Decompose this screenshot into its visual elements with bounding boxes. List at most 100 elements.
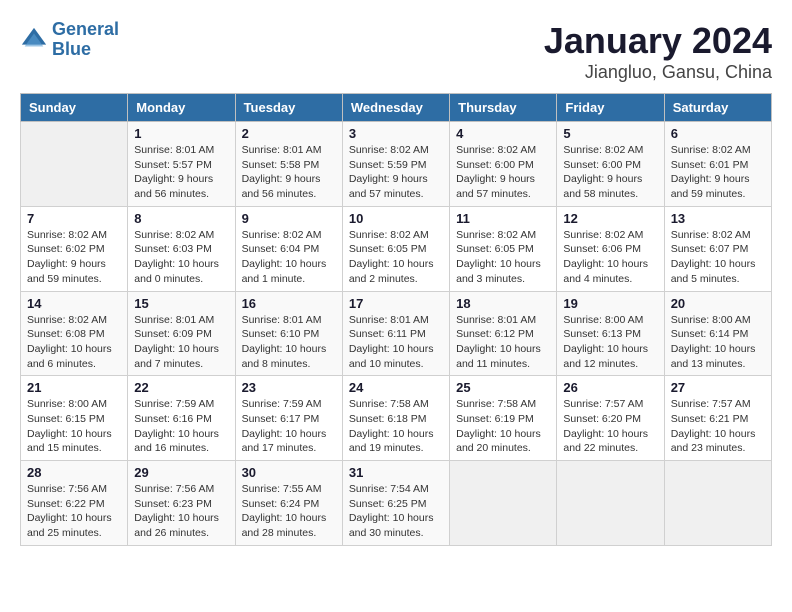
day-number: 17 [349,296,443,311]
day-number: 29 [134,465,228,480]
day-info-line: Daylight: 10 hours [349,512,434,524]
day-info-line: Sunset: 6:07 PM [671,243,749,255]
day-cell: 19 Sunrise: 8:00 AMSunset: 6:13 PMDayligh… [557,291,664,376]
logo-icon [20,26,48,54]
day-number: 4 [456,126,550,141]
day-number: 10 [349,211,443,226]
day-cell: 18Sunrise: 8:01 AMSunset: 6:12 PMDayligh… [450,291,557,376]
day-number: 26 [563,380,657,395]
day-info-line: Sunset: 6:14 PM [671,328,749,340]
day-info: Sunrise: 8:02 AMSunset: 6:03 PMDaylight:… [134,228,228,287]
day-cell: 17 Sunrise: 8:01 AM Sunset: 6:11 PM Dayligh… [342,291,449,376]
day-info-line: Daylight: 10 hours [349,343,434,355]
day-info-line: and 1 minute. [242,273,306,285]
day-number: 2 [242,126,336,141]
day-info-line: and 57 minutes. [456,188,531,200]
day-info-line: Daylight: 10 hours [456,258,541,270]
day-number: 9 [242,211,336,226]
day-info: Sunrise: 8:02 AMSunset: 6:04 PMDaylight:… [242,228,336,287]
day-info-line: Daylight: 9 hours [456,173,535,185]
day-info-line: and 8 minutes. [242,358,311,370]
day-info-line: Sunset: 5:59 PM [349,159,427,171]
day-info-line: and 15 minutes. [27,442,102,454]
header-friday: Friday [557,94,664,122]
day-cell: 3Sunrise: 8:02 AMSunset: 5:59 PMDaylight… [342,122,449,207]
day-info-line: Sunset: 6:21 PM [671,413,749,425]
day-info-line: and 10 minutes. [349,358,424,370]
day-info-line: Sunset: 6:08 PM [27,328,105,340]
day-info-line: Sunrise: 7:59 AM [134,398,214,410]
day-info-line: Daylight: 9 hours [671,173,750,185]
day-number: 19 [563,296,657,311]
day-number: 12 [563,211,657,226]
day-info-line: Sunset: 6:20 PM [563,413,641,425]
day-info: Sunrise: 8:02 AMSunset: 6:00 PMDaylight:… [456,143,550,202]
day-info-line: Daylight: 10 hours [671,428,756,440]
day-info: Sunrise: 8:02 AM Sunset: 5:59 PM Daylight:… [349,143,443,202]
day-info: Sunrise: 8:02 AMSunset: 6:06 PMDaylight:… [563,228,657,287]
week-row-3: 21Sunrise: 8:00 AMSunset: 6:15 PMDayligh… [21,376,772,461]
day-info-line: Sunset: 6:06 PM [563,243,641,255]
day-info: Sunrise: 8:02 AMSunset: 6:05 PMDaylight:… [349,228,443,287]
day-info-line: Sunrise: 8:01 AM [349,314,429,326]
day-info: Sunrise: 8:01 AMSunset: 6:12 PMDaylight:… [456,313,550,372]
day-info-line: Sunrise: 8:02 AM [134,229,214,241]
day-info-line: Sunrise: 8:02 AM [671,144,751,156]
day-info-line: Daylight: 10 hours [134,343,219,355]
header-monday: Monday [128,94,235,122]
day-info-line: Sunrise: 8:01 AM [242,314,322,326]
day-info-line: and 7 minutes. [134,358,203,370]
day-info-line: and 2 minutes. [349,273,418,285]
calendar-subtitle: Jiangluo, Gansu, China [544,62,772,83]
header-saturday: Saturday [664,94,771,122]
day-info-line: Daylight: 10 hours [242,258,327,270]
day-cell: 20Sunrise: 8:00 AMSunset: 6:14 PMDayligh… [664,291,771,376]
day-number: 5 [563,126,657,141]
day-info-line: Sunset: 6:15 PM [27,413,105,425]
day-info-line: Sunset: 6:01 PM [671,159,749,171]
day-info-line: Sunset: 6:11 PM [349,328,426,340]
day-info-line: Sunrise: 7:59 AM [242,398,322,410]
day-cell: 8Sunrise: 8:02 AMSunset: 6:03 PMDaylight… [128,206,235,291]
day-info-line: Daylight: 10 hours [349,428,434,440]
day-cell: 13Sunrise: 8:02 AMSunset: 6:07 PMDayligh… [664,206,771,291]
day-number: 27 [671,380,765,395]
week-row-2: 14Sunrise: 8:02 AMSunset: 6:08 PMDayligh… [21,291,772,376]
day-cell: 15Sunrise: 8:01 AMSunset: 6:09 PMDayligh… [128,291,235,376]
day-info: Sunrise: 8:01 AMSunset: 5:58 PMDaylight:… [242,143,336,202]
day-info: Sunrise: 7:56 AMSunset: 6:23 PMDaylight:… [134,482,228,541]
day-cell: 28Sunrise: 7:56 AMSunset: 6:22 PMDayligh… [21,461,128,546]
week-row-0: 1Sunrise: 8:01 AMSunset: 5:57 PMDaylight… [21,122,772,207]
day-cell: 27Sunrise: 7:57 AMSunset: 6:21 PMDayligh… [664,376,771,461]
day-info-line: Sunrise: 8:01 AM [242,144,322,156]
day-cell [21,122,128,207]
day-info-line: Sunset: 6:02 PM [27,243,105,255]
day-cell: 1Sunrise: 8:01 AMSunset: 5:57 PMDaylight… [128,122,235,207]
day-info-line: Sunrise: 8:02 AM [349,144,429,156]
day-info-line: Daylight: 10 hours [563,343,648,355]
day-cell: 22Sunrise: 7:59 AMSunset: 6:16 PMDayligh… [128,376,235,461]
day-cell: 5Sunrise: 8:02 AMSunset: 6:00 PMDaylight… [557,122,664,207]
day-info-line: Sunset: 6:23 PM [134,498,212,510]
day-info-line: Sunset: 6:19 PM [456,413,534,425]
day-info-line: Daylight: 10 hours [134,258,219,270]
day-info-line: and 56 minutes. [134,188,209,200]
day-info-line: Sunset: 6:16 PM [134,413,212,425]
day-number: 28 [27,465,121,480]
day-info-line: Sunrise: 8:02 AM [242,229,322,241]
day-info-line: Daylight: 9 hours [349,173,428,185]
day-cell: 25Sunrise: 7:58 AMSunset: 6:19 PMDayligh… [450,376,557,461]
day-info-line: and 59 minutes. [27,273,102,285]
day-info-line: Daylight: 10 hours [242,343,327,355]
day-info-line: Daylight: 10 hours [27,343,112,355]
day-info-line: Sunrise: 8:00 AM [27,398,107,410]
day-info-line: and 23 minutes. [671,442,746,454]
day-info-line: and 30 minutes. [349,527,424,539]
day-info: Sunrise: 7:54 AMSunset: 6:25 PMDaylight:… [349,482,443,541]
day-info-line: and 58 minutes. [563,188,638,200]
day-info-line: Daylight: 10 hours [563,258,648,270]
day-info-line: and 59 minutes. [671,188,746,200]
week-row-4: 28Sunrise: 7:56 AMSunset: 6:22 PMDayligh… [21,461,772,546]
day-number: 31 [349,465,443,480]
day-info: Sunrise: 8:00 AMSunset: 6:13 PMDaylight:… [563,313,657,372]
